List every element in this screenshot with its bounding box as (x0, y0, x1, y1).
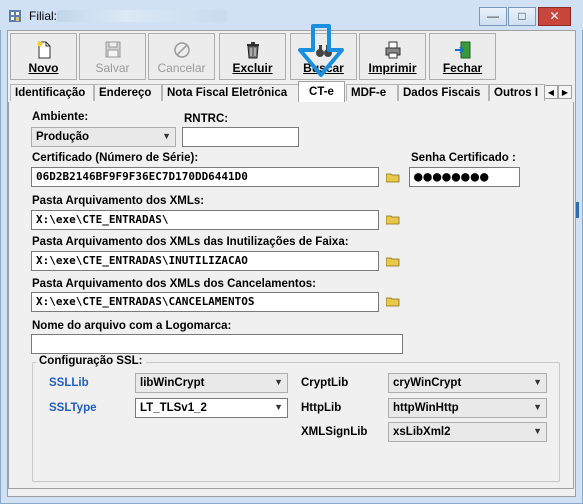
tab-ct-e[interactable]: CT-e (298, 81, 345, 102)
app-icon (9, 10, 21, 22)
window-title: Filial: (29, 9, 58, 23)
pasta-inutilizacoes-input[interactable]: X:\exe\CTE_ENTRADAS\INUTILIZACAO (31, 251, 379, 271)
chevron-down-icon: ▼ (533, 426, 542, 436)
excluir-label: Excluir (232, 61, 273, 75)
tab-identificacao[interactable]: Identificação (10, 84, 94, 101)
chevron-down-icon: ▼ (274, 402, 283, 412)
certificado-input[interactable]: 06D2B2146BF9F9F36EC7D170DD6441D0 (31, 167, 379, 187)
logomarca-input[interactable] (31, 334, 403, 354)
fechar-button[interactable]: Fechar (429, 33, 496, 80)
pasta-cancelamentos-input[interactable]: X:\exe\CTE_ENTRADAS\CANCELAMENTOS (31, 292, 379, 312)
cancelar-label: Cancelar (157, 61, 206, 75)
chevron-down-icon: ▼ (162, 131, 171, 141)
window-edge-accent (576, 202, 579, 218)
httplib-select[interactable]: httpWinHttp ▼ (388, 398, 547, 418)
tab-scroll-left-icon: ◀ (547, 88, 555, 97)
highlight-arrow-icon (298, 24, 344, 77)
chevron-down-icon: ▼ (274, 377, 283, 387)
novo-button[interactable]: Novo (10, 33, 77, 80)
tab-dados-fiscais[interactable]: Dados Fiscais (398, 84, 489, 101)
ssltype-value: LT_TLSv1_2 (140, 402, 207, 414)
tab-mdf-e[interactable]: MDF-e (346, 84, 398, 101)
imprimir-button[interactable]: Imprimir (359, 33, 426, 80)
close-window-button[interactable]: ✕ (538, 7, 571, 26)
logomarca-label: Nome do arquivo com a Logomarca: (32, 320, 232, 332)
ambiente-select[interactable]: Produção ▼ (31, 127, 176, 147)
rntrc-label: RNTRC: (184, 113, 229, 125)
pasta-cancelamentos-label: Pasta Arquivamento dos XMLs dos Cancelam… (32, 278, 316, 290)
cancel-circle-icon (173, 42, 190, 58)
imprimir-label: Imprimir (368, 61, 417, 75)
close-icon: ✕ (549, 9, 560, 23)
maximize-button[interactable]: □ (508, 7, 536, 26)
tab-endereco[interactable]: Endereço (94, 84, 162, 101)
salvar-button[interactable]: Salvar (79, 33, 146, 80)
cancelar-button[interactable]: Cancelar (148, 33, 215, 80)
pasta-xml-label: Pasta Arquivamento dos XMLs: (32, 195, 205, 207)
printer-icon (385, 41, 400, 59)
ssllib-value: libWinCrypt (140, 377, 205, 389)
maximize-icon: □ (518, 9, 526, 23)
chevron-down-icon: ▼ (533, 377, 542, 387)
minimize-icon: — (487, 9, 499, 23)
cryptlib-value: cryWinCrypt (393, 377, 462, 389)
ssl-config-label: Configuração SSL: (36, 355, 146, 367)
folder-open-icon[interactable] (386, 296, 400, 307)
pasta-inutilizacoes-label: Pasta Arquivamento dos XMLs das Inutiliz… (32, 236, 349, 248)
excluir-button[interactable]: Excluir (219, 33, 286, 80)
senha-certificado-input[interactable]: ●●●●●●●● (409, 167, 520, 187)
floppy-disk-icon (105, 41, 120, 58)
tab-scroll-right-button[interactable]: ▶ (558, 85, 572, 99)
ambiente-label: Ambiente: (32, 111, 89, 123)
exit-door-icon (454, 41, 470, 59)
httplib-label: HttpLib (301, 402, 342, 414)
rntrc-input[interactable] (182, 127, 299, 147)
ambiente-value: Produção (36, 131, 90, 143)
httplib-value: httpWinHttp (393, 402, 459, 414)
cryptlib-label: CryptLib (301, 377, 349, 389)
new-document-icon (37, 41, 50, 59)
ssltype-label: SSLType (49, 402, 97, 414)
chevron-down-icon: ▼ (533, 402, 542, 412)
folder-open-icon[interactable] (386, 256, 400, 267)
tab-nota-fiscal-eletronica[interactable]: Nota Fiscal Eletrônica (162, 84, 299, 101)
salvar-label: Salvar (95, 61, 130, 75)
pasta-xml-input[interactable]: X:\exe\CTE_ENTRADAS\ (31, 210, 379, 230)
xmlsignlib-select[interactable]: xsLibXml2 ▼ (388, 422, 547, 442)
ssltype-select[interactable]: LT_TLSv1_2 ▼ (135, 398, 288, 418)
tab-outros[interactable]: Outros I (489, 84, 545, 101)
fechar-label: Fechar (442, 61, 483, 75)
folder-open-icon[interactable] (386, 172, 400, 183)
folder-open-icon[interactable] (386, 214, 400, 225)
tab-scroll-right-icon: ▶ (561, 88, 569, 97)
window-title-blurred-name (57, 10, 227, 22)
ssllib-label: SSLLib (49, 377, 89, 389)
novo-label: Novo (28, 61, 59, 75)
minimize-button[interactable]: — (479, 7, 507, 26)
xmlsignlib-label: XMLSignLib (301, 426, 368, 438)
senha-certificado-label: Senha Certificado : (411, 152, 516, 164)
trash-can-icon (246, 42, 259, 59)
xmlsignlib-value: xsLibXml2 (393, 426, 451, 438)
certificado-label: Certificado (Número de Série): (32, 152, 199, 164)
tab-scroll-left-button[interactable]: ◀ (544, 85, 558, 99)
ssllib-select[interactable]: libWinCrypt ▼ (135, 373, 288, 393)
cryptlib-select[interactable]: cryWinCrypt ▼ (388, 373, 547, 393)
